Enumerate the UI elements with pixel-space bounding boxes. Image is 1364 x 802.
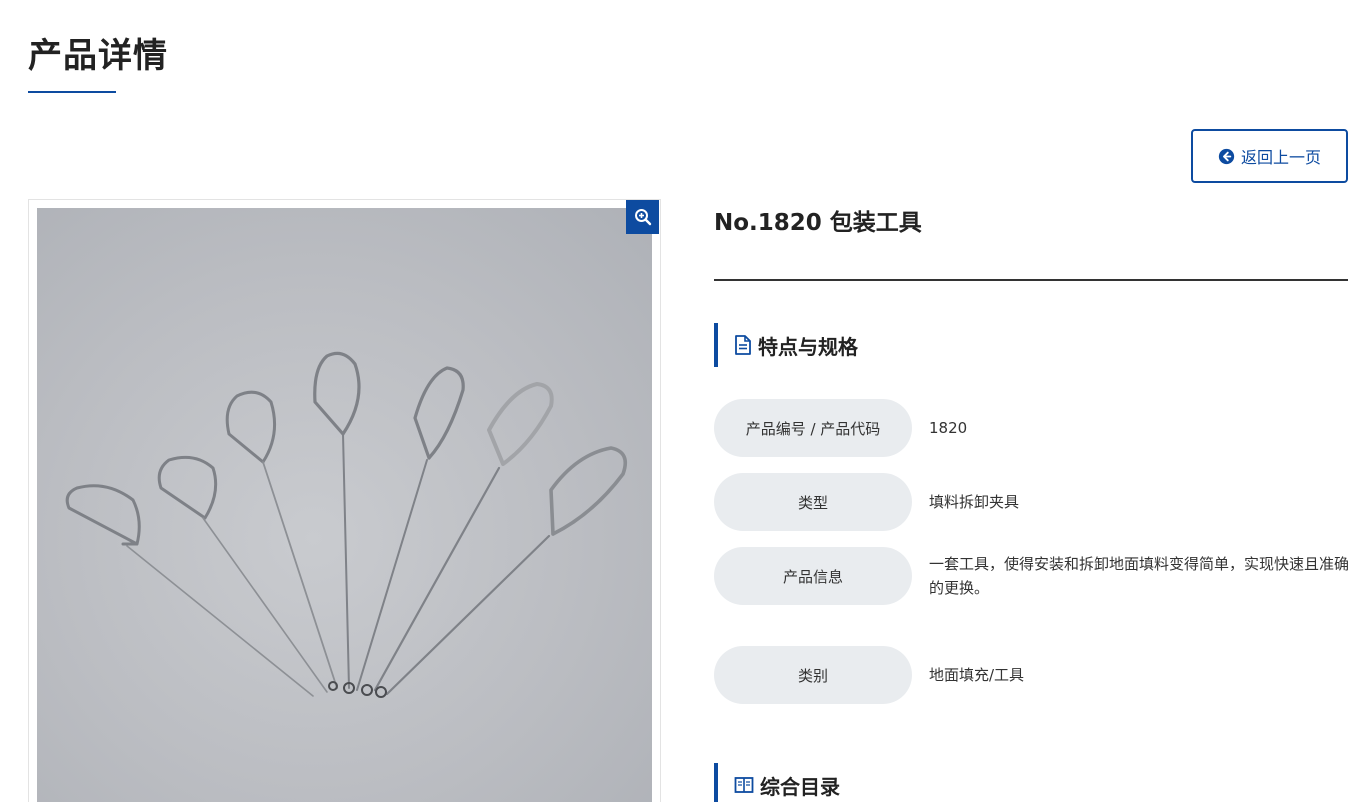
back-button-label: 返回上一页: [1240, 148, 1321, 167]
product-photo[interactable]: [37, 208, 652, 802]
catalog-heading-text: 综合目录: [760, 774, 840, 799]
spec-value: 1820: [929, 419, 968, 437]
spec-row-info: 产品信息 一套工具，使得安装和拆卸地面填料变得简单，实现快速且准确的更换。: [714, 547, 1349, 605]
title-divider: [714, 279, 1348, 281]
book-icon: [734, 777, 754, 793]
spec-value: 一套工具，使得安装和拆卸地面填料变得简单，实现快速且准确的更换。: [929, 555, 1350, 597]
spec-label: 类型: [714, 473, 912, 531]
specs-heading-text: 特点与规格: [758, 334, 858, 359]
product-title: No.1820 包装工具: [714, 210, 922, 236]
page-title: 产品详情: [28, 36, 168, 76]
product-image-frame: [28, 199, 661, 802]
zoom-in-icon: [634, 209, 651, 226]
spec-label: 产品信息: [714, 547, 912, 605]
spec-value: 填料拆卸夹具: [929, 493, 1020, 511]
arrow-circle-left-icon: [1218, 148, 1235, 164]
specs-section-heading: 特点与规格: [714, 323, 858, 367]
title-underline: [28, 91, 116, 93]
spec-row-code: 产品编号 / 产品代码 1820: [714, 399, 967, 457]
document-icon: [735, 335, 751, 355]
catalog-section-heading: 综合目录: [714, 763, 840, 802]
spec-label: 类别: [714, 646, 912, 704]
spec-row-type: 类型 填料拆卸夹具: [714, 473, 1019, 531]
zoom-button[interactable]: [626, 200, 659, 234]
packing-tools-illustration: [65, 351, 628, 698]
spec-row-category: 类别 地面填充/工具: [714, 646, 1024, 704]
spec-label: 产品编号 / 产品代码: [714, 399, 912, 457]
spec-value: 地面填充/工具: [929, 666, 1025, 684]
back-button[interactable]: 返回上一页: [1191, 129, 1348, 183]
